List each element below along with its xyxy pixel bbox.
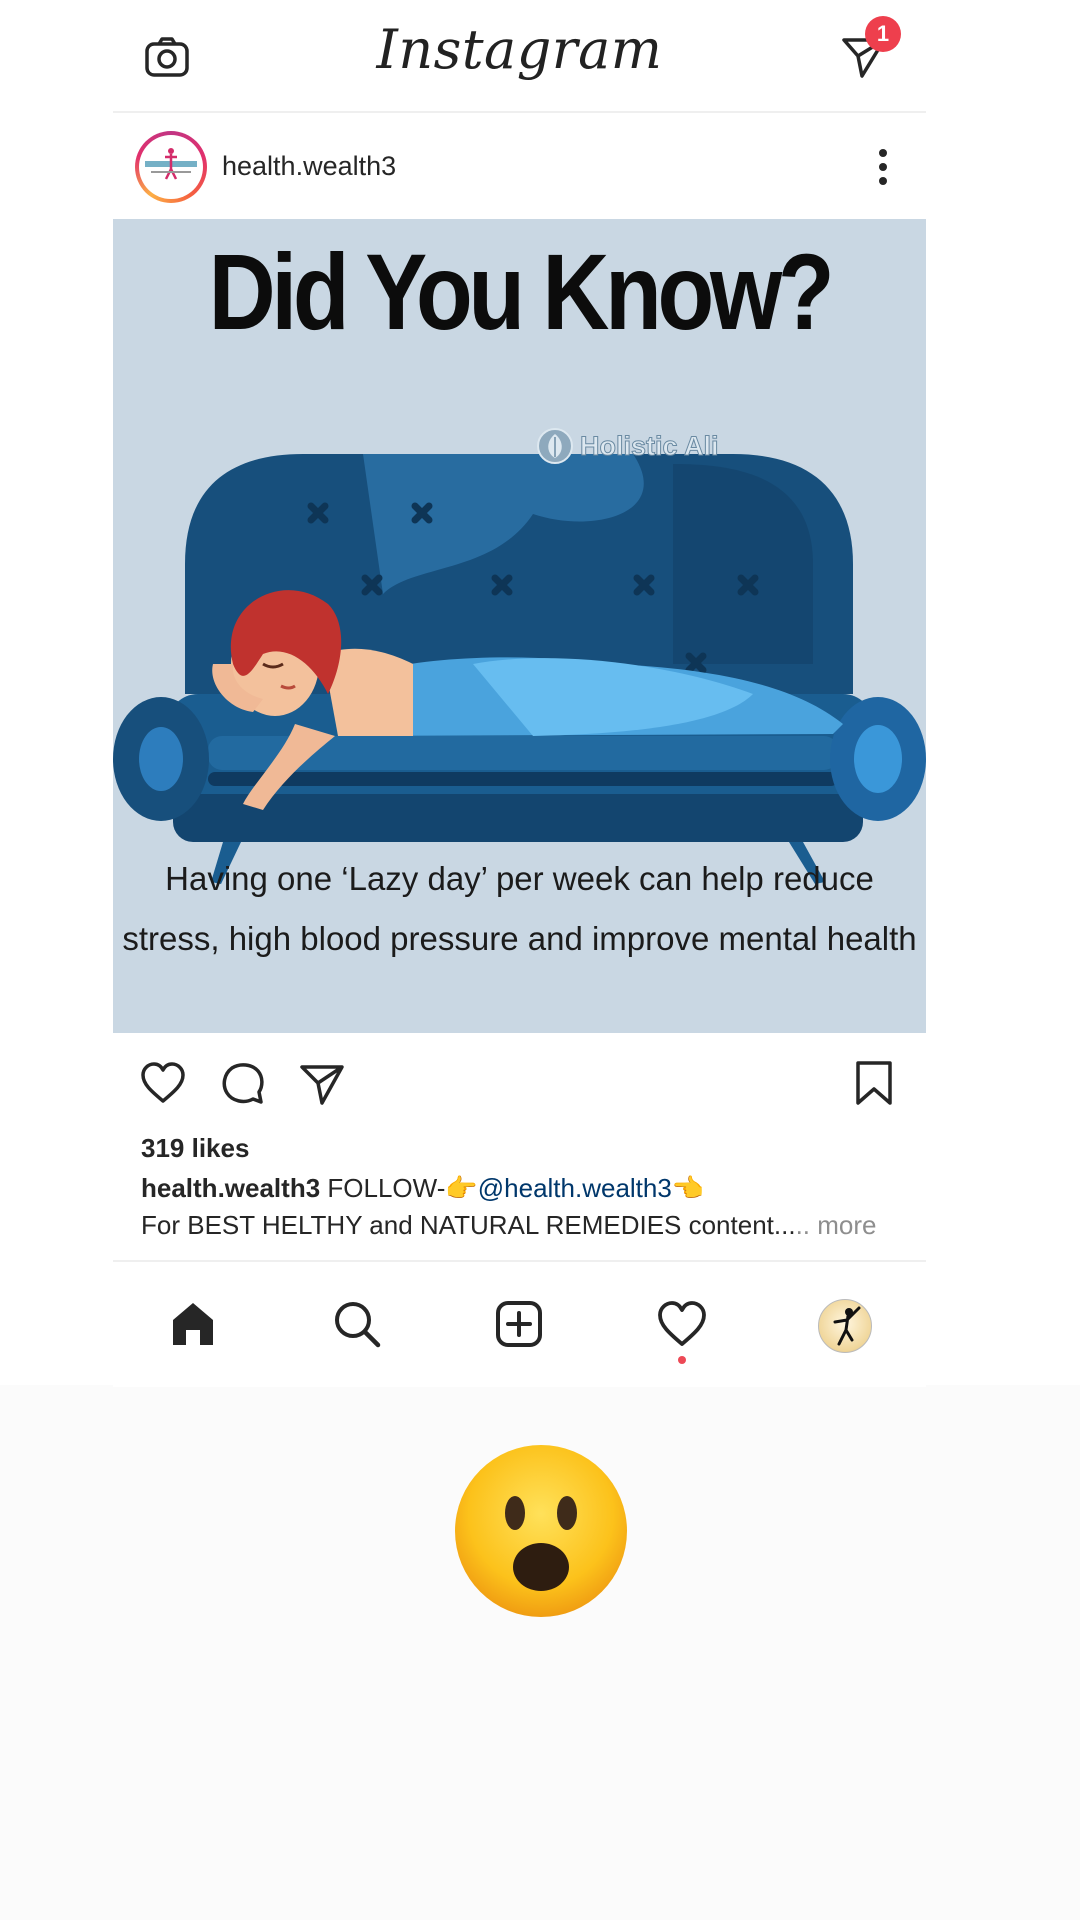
image-caption-text: Having one ‘Lazy day’ per week can help …	[122, 860, 917, 957]
post-image[interactable]: Did You Know? Holistic Ali Having one ‘L…	[113, 219, 926, 1033]
notification-badge: 1	[865, 16, 901, 52]
like-heart-icon[interactable]	[139, 1059, 187, 1107]
instagram-logo: Instagram	[376, 18, 663, 81]
bookmark-icon[interactable]	[850, 1059, 898, 1107]
activity-dot	[678, 1356, 686, 1364]
caption-line-2: For BEST HELTHY and NATURAL REMEDIES con…	[141, 1210, 876, 1241]
watermark-text: Holistic Ali	[580, 430, 720, 461]
likes-count[interactable]: 319 likes	[141, 1133, 249, 1164]
more-options-icon[interactable]	[868, 143, 898, 191]
caption-more-link[interactable]: .. more	[796, 1210, 877, 1240]
post-header: health.wealth3	[113, 113, 926, 219]
new-post-icon[interactable]	[493, 1298, 545, 1350]
astonished-face-emoji-icon	[455, 1445, 627, 1617]
leaf-logo-icon	[537, 428, 573, 464]
instagram-screen: Instagram 1 health.wealth3 Did You Know?…	[113, 0, 926, 1387]
bottom-navigation	[113, 1260, 926, 1387]
top-bar: Instagram 1	[113, 0, 926, 113]
story-ring[interactable]	[135, 131, 207, 203]
profile-avatar[interactable]	[818, 1299, 872, 1353]
post-username[interactable]: health.wealth3	[222, 151, 396, 182]
watermark: Holistic Ali	[536, 427, 719, 465]
activity-heart-icon[interactable]	[656, 1298, 708, 1350]
avatar	[139, 135, 203, 199]
caption-mention[interactable]: @health.wealth3	[478, 1173, 672, 1203]
dancer-silhouette-icon	[833, 1306, 861, 1346]
share-icon[interactable]	[298, 1059, 346, 1107]
caption-line: health.wealth3 FOLLOW-👉@health.wealth3👈	[141, 1173, 704, 1204]
post-actions	[113, 1035, 926, 1125]
caption-text-after: 👈	[671, 1173, 705, 1203]
comment-icon[interactable]	[219, 1059, 267, 1107]
home-icon[interactable]	[167, 1298, 219, 1350]
avatar-logo-icon	[140, 136, 202, 198]
sofa-illustration	[113, 454, 926, 884]
caption-text-before: FOLLOW-👉	[327, 1173, 478, 1203]
caption-line2-text: For BEST HELTHY and NATURAL REMEDIES con…	[141, 1210, 796, 1240]
caption-username[interactable]: health.wealth3	[141, 1173, 320, 1203]
search-icon[interactable]	[331, 1298, 383, 1350]
image-headline: Did You Know?	[208, 231, 835, 352]
